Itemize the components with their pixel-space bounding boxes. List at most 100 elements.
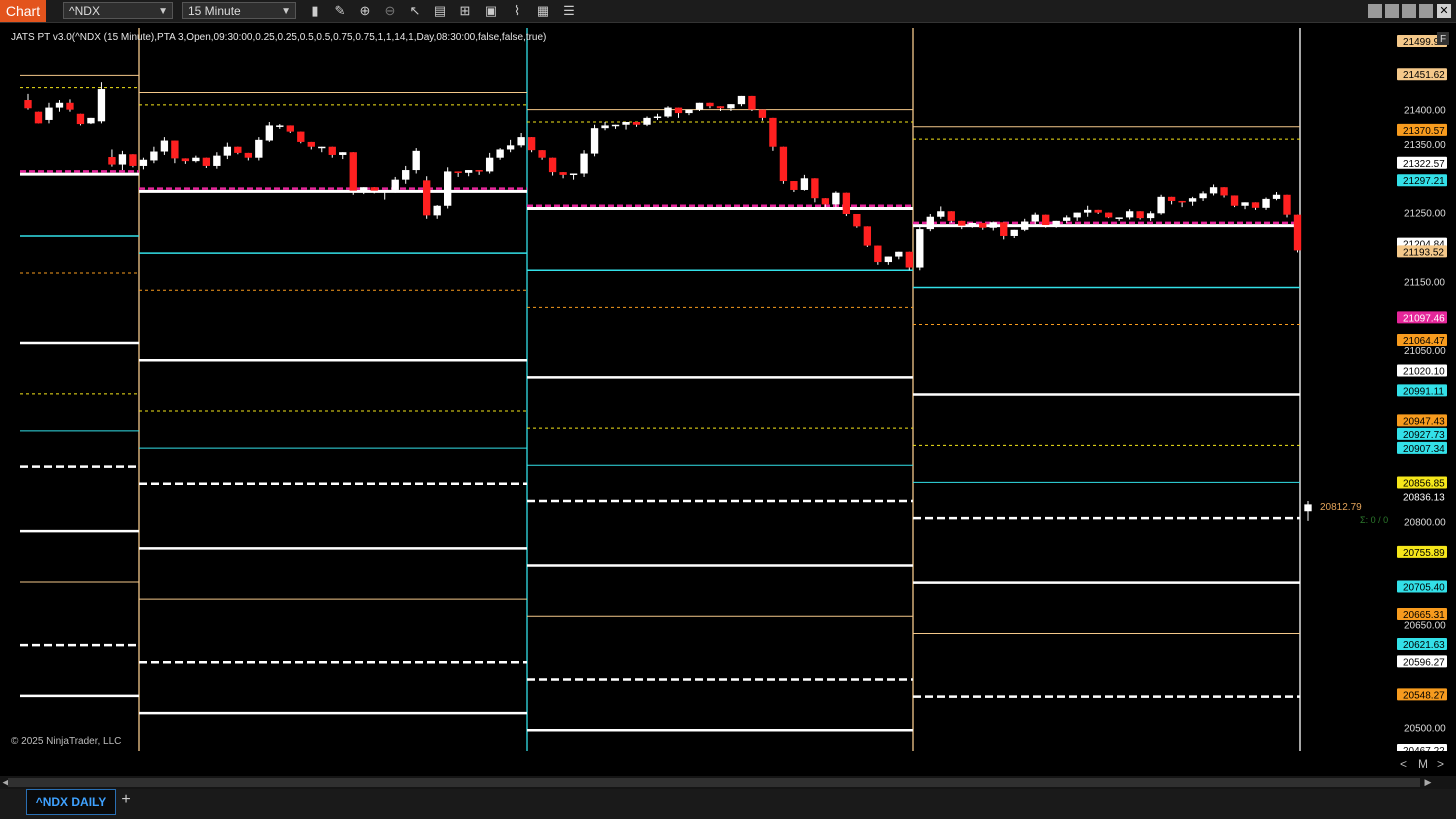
price-tag-label: 21193.52 [1403,247,1444,258]
candle-body [1220,187,1228,196]
price-axis[interactable]: 21400.00 21350.00 21250.00 21150.00 21050.00… [1395,23,1456,751]
candle-body [328,146,336,155]
candle-body [1241,202,1249,206]
candle-body [118,154,127,165]
candle-body [244,152,252,158]
candle-body [538,150,546,158]
candle-body [276,125,284,127]
candle-body [905,251,913,268]
candle-body [391,179,399,190]
candle-body [485,157,494,172]
candle-body [727,104,735,109]
price-tag-label: 21097.46 [1403,313,1445,324]
candle-body [286,125,294,132]
candle-body [895,251,903,257]
candle-body [24,100,32,109]
candle-body [1084,209,1092,213]
candle-body [318,146,326,149]
scroll-right-icon[interactable]: ▶ [1422,776,1434,789]
candle-body [349,152,357,191]
candle-body [506,145,515,150]
price-tick-label: 21250.00 [1404,209,1446,220]
candle-body [1157,196,1165,214]
candle-body [297,131,305,142]
candle-body [569,173,578,175]
candle-body [884,256,892,263]
zoom-in-icon[interactable]: ⊕ [357,3,373,19]
candle-body [1115,217,1123,219]
candle-body [863,226,872,246]
price-tick-label: 20800.00 [1404,518,1446,529]
horizontal-scrollbar[interactable]: ◀ ▶ [0,776,1456,789]
candle-body [150,151,158,161]
price-tag-label: 21020.10 [1403,366,1445,377]
candle-body [34,111,43,124]
mode-button[interactable]: M [1418,756,1428,772]
price-chart[interactable]: 21400.00 21350.00 21250.00 21150.00 21050.00… [0,23,1456,751]
properties-icon[interactable]: ▤ [432,3,448,19]
chart-tab-bar: ^NDX DAILY + [0,789,1456,819]
candle-body [685,109,693,114]
price-tag-label: 20947.43 [1403,416,1445,427]
draw-tool-icon[interactable]: ✎ [332,3,348,19]
instrument-value: ^NDX [69,4,100,18]
candle-body [622,122,630,125]
window-btn-2[interactable] [1385,4,1399,18]
candle-body [1052,220,1060,225]
candle-body [1230,195,1239,206]
price-tick-label: 20650.00 [1404,621,1446,632]
candle-body [1251,202,1260,208]
candle-body [423,180,431,216]
scroll-track[interactable] [8,778,1420,787]
candle-body [76,113,85,125]
interval-selector[interactable]: 15 Minute ▼ [182,2,296,19]
candle-body [916,229,924,268]
price-tag-label: 21451.62 [1403,70,1445,81]
candle-body [695,102,704,110]
candle-body [989,222,997,228]
candle-body [139,159,148,166]
chart-toolbar: Chart ^NDX ▼ 15 Minute ▼ ▮ ✎ ⊕ ⊖ ↖ ▤ ⊞ ▣… [0,0,1456,23]
candle-body [559,172,567,175]
strategy-icon[interactable]: ▣ [483,3,499,19]
candle-body [160,140,169,152]
price-tag-label: 20927.73 [1403,430,1445,441]
candle-body [381,189,389,192]
price-tag-label: 20755.89 [1403,548,1445,559]
data-box-icon[interactable]: ▦ [535,3,551,19]
price-tag-label: 20907.34 [1403,444,1445,455]
zoom-out-icon[interactable]: ⊖ [382,3,398,19]
price-tag-label: 21322.57 [1403,159,1445,170]
minimize-button[interactable] [1402,4,1416,18]
close-button[interactable]: ✕ [1437,4,1451,18]
candle-body [1199,193,1207,199]
price-tag-label: 20467.22 [1403,746,1445,751]
candle-body [979,222,987,228]
candle-body [108,157,116,165]
candle-body [1304,504,1312,512]
pointer-icon[interactable]: ↖ [407,3,423,19]
candle-body [234,146,242,153]
menu-icon[interactable]: ☰ [561,3,577,19]
indicators-icon[interactable]: ⌇ [509,3,525,19]
add-tab-button[interactable]: + [118,792,134,808]
candle-body [737,95,746,105]
tab-ndx-daily[interactable]: ^NDX DAILY [26,789,116,815]
scroll-left-button[interactable]: < [1400,756,1407,772]
candle-body [454,171,462,173]
price-tag-label: 21064.47 [1403,336,1445,347]
candle-body [192,157,200,162]
chevron-down-icon: ▼ [281,6,291,17]
candle-body [475,170,483,172]
chevron-down-icon: ▼ [158,6,168,17]
instrument-selector[interactable]: ^NDX ▼ [63,2,173,19]
candle-body [1063,217,1071,221]
scroll-right-button[interactable]: > [1437,756,1444,772]
templates-icon[interactable]: ⊞ [457,3,473,19]
chart-panel[interactable]: 21400.00 21350.00 21250.00 21150.00 21050.00… [0,23,1456,751]
scale-button[interactable]: F [1440,34,1446,45]
window-btn-1[interactable] [1368,4,1382,18]
bar-type-icon[interactable]: ▮ [307,3,323,19]
maximize-button[interactable] [1419,4,1433,18]
candle-body [1167,196,1176,201]
